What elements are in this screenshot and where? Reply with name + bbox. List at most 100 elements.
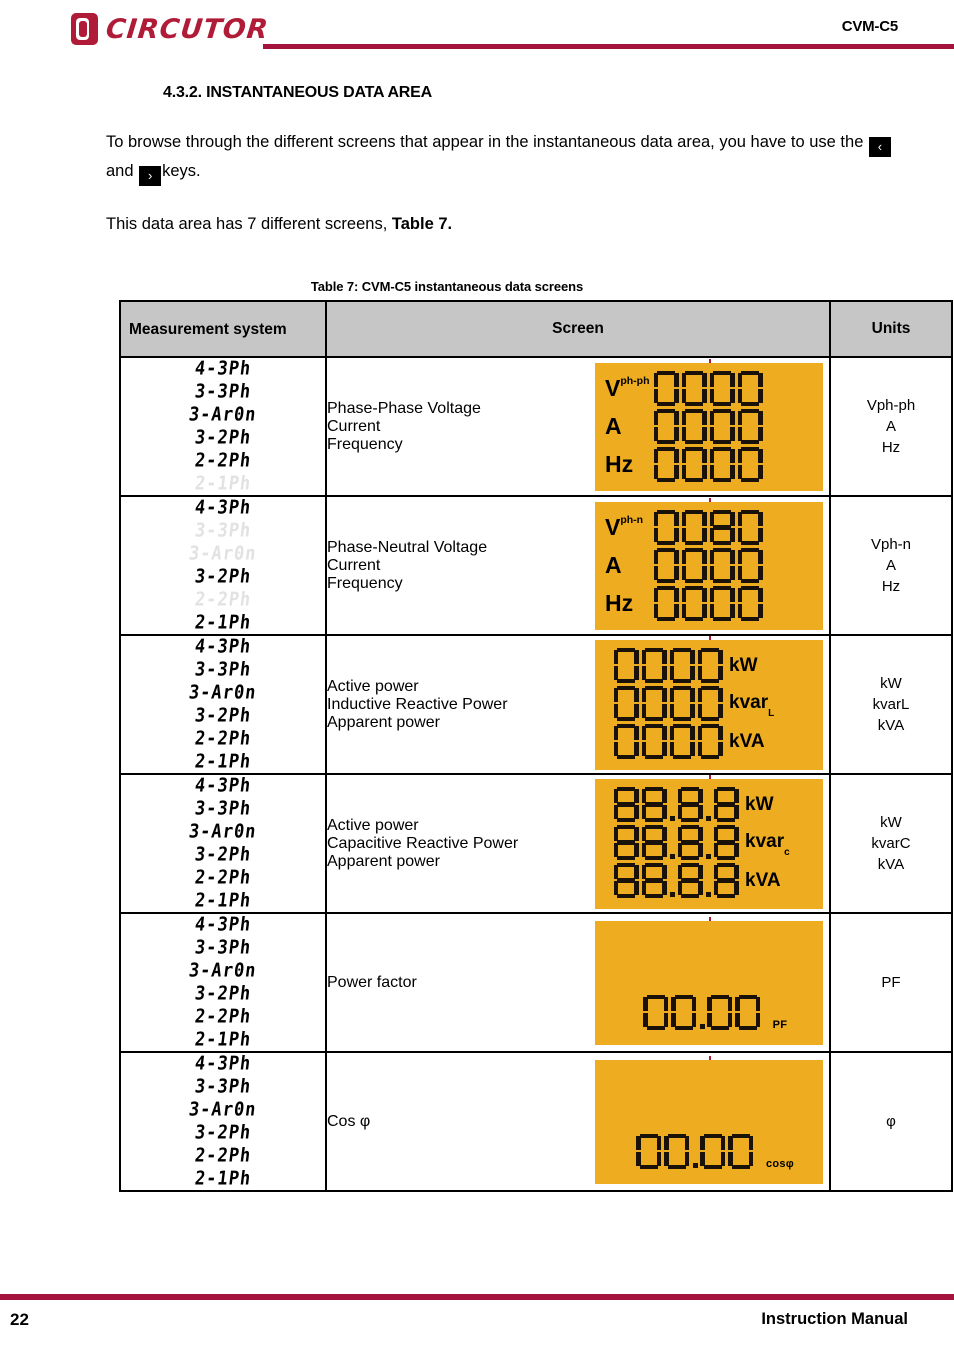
lcd-unit-label: Hz	[605, 590, 634, 616]
measurement-code: 3-2Ph	[193, 426, 253, 450]
seven-segment-digit	[737, 370, 763, 407]
digit-group	[643, 994, 761, 1031]
unit-line: kW	[880, 814, 902, 831]
seven-segment-digit	[681, 509, 707, 546]
screen-description-line: Frequency	[327, 574, 403, 592]
lcd-display: Vph-n A Hz	[595, 497, 823, 630]
measurement-code: 3-Ar0n	[187, 403, 259, 427]
lcd-holder: PF	[589, 916, 829, 1045]
screen-description-line: Cos φ	[327, 1112, 371, 1130]
lcd-unit-label: Hz	[605, 451, 634, 477]
seven-segment-digit	[713, 862, 739, 899]
intro-paragraph: To browse through the different screens …	[106, 128, 912, 186]
seven-segment-digit	[737, 446, 763, 483]
table-header: Measurement system Screen Units	[119, 300, 953, 358]
screen-cell-layout: Cos φ cosφ	[327, 1055, 829, 1184]
measurement-code: 2-2Ph	[193, 449, 253, 473]
seven-segment-digit	[737, 408, 763, 445]
lcd-holder: Vph-n A Hz	[589, 497, 829, 630]
page-number: 22	[10, 1310, 29, 1329]
screen-description: Power factor	[327, 974, 589, 992]
header-units: Units	[829, 300, 953, 358]
screen-description-line: Frequency	[327, 435, 403, 453]
screen-description: Phase-Neutral Voltage Current Frequency	[327, 539, 589, 593]
lcd-line: PF	[595, 994, 823, 1031]
lcd-top-marker	[709, 1055, 711, 1060]
seven-segment-digit	[613, 685, 639, 722]
table-row: 4-3Ph 3-3Ph 3-Ar0n 3-2Ph 2-2Ph 2-1Ph Active po…	[119, 634, 953, 775]
unit-line: kvarC	[871, 835, 911, 852]
lcd-unit-subscript: c	[784, 847, 790, 859]
cell-measurement-system: 4-3Ph 3-3Ph 3-Ar0n 3-2Ph 2-2Ph 2-1Ph	[119, 495, 327, 636]
lcd-holder: Vph-ph A Hz	[589, 358, 829, 491]
cell-measurement-system: 4-3Ph 3-3Ph 3-Ar0n 3-2Ph 2-2Ph 2-1Ph	[119, 356, 327, 497]
table-row: 4-3Ph 3-3Ph 3-Ar0n 3-2Ph 2-2Ph 2-1Ph Phase-Neu…	[119, 495, 953, 636]
unit-line: A	[885, 557, 896, 574]
screen-description: Active power Inductive Reactive Power Appa…	[327, 678, 589, 732]
screen-description: Cos φ	[327, 1113, 589, 1131]
measurement-code: 4-3Ph	[193, 357, 253, 381]
screen-description-line: Active power	[327, 816, 419, 834]
seven-segment-digit	[641, 824, 667, 861]
screen-description: Phase-Phase Voltage Current Frequency	[327, 400, 589, 454]
digit-group	[613, 824, 739, 861]
digit-group	[653, 547, 763, 584]
cell-units: kW kvarC kVA	[829, 773, 953, 914]
seven-segment-digit	[653, 408, 679, 445]
screen-description: Active power Capacitive Reactive Power App…	[327, 817, 589, 871]
lcd-unit-superscript: ph-ph	[620, 375, 650, 387]
lcd-top-marker	[709, 916, 711, 921]
lcd-line: Vph-n	[595, 509, 823, 547]
measurement-code: 2-1Ph	[193, 611, 253, 635]
decimal-point	[699, 1023, 705, 1029]
lcd-line: kvarL	[595, 685, 823, 723]
lcd-display: cosφ	[595, 1055, 823, 1184]
seven-segment-digit	[677, 824, 703, 861]
unit-line: Vph-ph	[866, 397, 916, 414]
measurement-code: 3-3Ph	[193, 658, 253, 682]
header-measurement-system: Measurement system	[119, 300, 327, 358]
seven-segment-digit	[641, 685, 667, 722]
measurement-code-list: 4-3Ph 3-3Ph 3-Ar0n 3-2Ph 2-2Ph 2-1Ph	[121, 775, 325, 912]
table-row: 4-3Ph 3-3Ph 3-Ar0n 3-2Ph 2-2Ph 2-1Ph Active po…	[119, 773, 953, 914]
decimal-point	[692, 1162, 698, 1168]
table-caption: Table 7: CVM-C5 instantaneous data scree…	[310, 279, 584, 294]
seven-segment-digit	[613, 862, 639, 899]
cell-screen: Active power Inductive Reactive Power Appa…	[325, 634, 831, 775]
screen-cell-layout: Power factor PF	[327, 916, 829, 1045]
unit-line: kvarL	[872, 696, 910, 713]
table-header-row: Measurement system Screen Units	[119, 300, 953, 358]
unit-line: Hz	[881, 578, 901, 595]
seven-segment-digit	[653, 446, 679, 483]
lcd-unit-badge: PF	[772, 1018, 788, 1031]
screen-description-line: Inductive Reactive Power	[327, 695, 508, 713]
manual-label: Instruction Manual	[761, 1310, 908, 1328]
page-content: 4.3.2. INSTANTANEOUS DATA AREA To browse…	[0, 84, 954, 1192]
page-footer: 22 Instruction Manual	[0, 1280, 954, 1350]
measurement-code: 3-2Ph	[193, 704, 253, 728]
cell-screen: Phase-Neutral Voltage Current Frequency Vph…	[325, 495, 831, 636]
seven-segment-digit	[697, 685, 723, 722]
measurement-code: 2-2Ph	[193, 866, 253, 890]
screen-cell-layout: Active power Inductive Reactive Power Appa…	[327, 635, 829, 770]
seven-segment-digit	[653, 585, 679, 622]
measurement-code: 2-1Ph	[193, 1167, 253, 1191]
instantaneous-data-table: Measurement system Screen Units 4-3Ph 3-3…	[119, 300, 953, 1192]
lcd-line: cosφ	[595, 1133, 823, 1170]
measurement-code-list: 4-3Ph 3-3Ph 3-Ar0n 3-2Ph 2-2Ph 2-1Ph	[121, 497, 325, 634]
cell-units: Vph-n A Hz	[829, 495, 953, 636]
measurement-code: 3-3Ph	[193, 936, 253, 960]
unit-line: kW	[880, 675, 902, 692]
lcd-top-marker	[709, 497, 711, 502]
screen-cell-layout: Phase-Phase Voltage Current Frequency Vph-p…	[327, 358, 829, 491]
measurement-code: 3-Ar0n	[187, 1098, 259, 1122]
seven-segment-digit	[671, 994, 697, 1031]
measurement-code: 3-Ar0n	[187, 959, 259, 983]
measurement-code: 3-Ar0n	[187, 542, 259, 566]
lcd-unit-label: Vph-n	[605, 514, 644, 540]
header-divider-rule	[263, 44, 954, 49]
lcd-line: kVA	[595, 723, 823, 761]
measurement-code: 2-1Ph	[193, 889, 253, 913]
seven-segment-digit	[737, 585, 763, 622]
next-key-icon: ›	[139, 166, 162, 186]
